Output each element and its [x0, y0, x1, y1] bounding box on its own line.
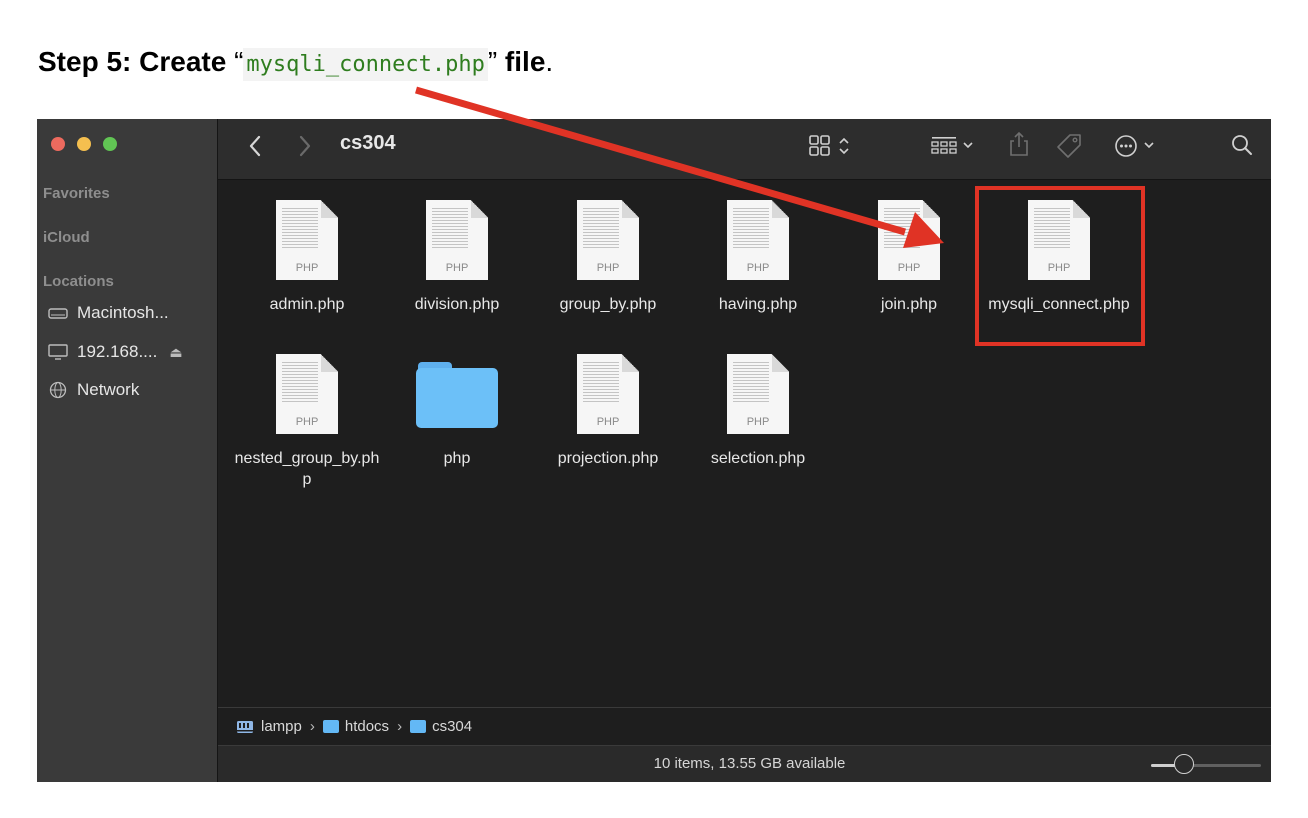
annotation-arrow	[415, 86, 944, 248]
arrow-shaft	[415, 86, 906, 236]
arrow-head-icon	[903, 212, 944, 248]
